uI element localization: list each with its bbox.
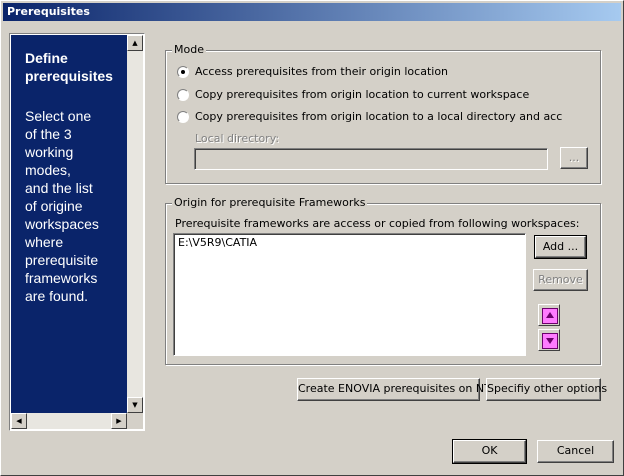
browse-button[interactable]: ... (560, 147, 588, 169)
window-title: Prerequisites (7, 5, 90, 18)
add-button[interactable]: Add ... (534, 235, 587, 259)
local-directory-input[interactable] (194, 148, 548, 170)
help-title: Define prerequisites (25, 50, 113, 84)
down-arrow-icon (542, 333, 558, 349)
move-up-button[interactable] (538, 304, 560, 326)
scroll-right-icon[interactable]: ▶ (111, 413, 127, 429)
radio-origin-label[interactable]: Access prerequisites from their origin l… (195, 65, 448, 78)
move-down-button[interactable] (538, 329, 560, 351)
help-text: Select one of the 3 working modes, and t… (25, 108, 99, 304)
workspace-list[interactable]: E:\V5R9\CATIA (173, 233, 526, 356)
origin-legend: Origin for prerequisite Frameworks (172, 196, 368, 209)
radio-origin[interactable] (177, 66, 189, 78)
help-panel: Define prerequisites Select one of the 3… (9, 33, 145, 431)
up-arrow-icon (542, 308, 558, 324)
help-vertical-scrollbar[interactable]: ▲ ▼ (127, 35, 143, 413)
other-options-button[interactable]: Specifiy other options (486, 378, 607, 401)
scroll-down-icon[interactable]: ▼ (127, 397, 143, 413)
remove-button[interactable]: Remove (533, 269, 588, 291)
list-item[interactable]: E:\V5R9\CATIA (178, 236, 257, 249)
help-horizontal-scrollbar[interactable]: ◀ ▶ (11, 413, 127, 429)
help-content: Define prerequisites Select one of the 3… (11, 35, 127, 413)
scrollbar-corner (127, 413, 143, 429)
radio-copy-workspace[interactable] (177, 89, 189, 101)
radio-copy-local-label[interactable]: Copy prerequisites from origin location … (195, 110, 562, 123)
origin-description: Prerequisite frameworks are access or co… (175, 217, 580, 230)
prerequisites-dialog: Prerequisites Define prerequisites Selec… (0, 0, 624, 476)
ok-button[interactable]: OK (452, 439, 527, 464)
radio-copy-workspace-label[interactable]: Copy prerequisites from origin location … (195, 88, 529, 101)
scroll-left-icon[interactable]: ◀ (11, 413, 27, 429)
local-directory-label: Local directory: (195, 132, 280, 145)
title-bar[interactable]: Prerequisites (3, 3, 621, 21)
cancel-button[interactable]: Cancel (537, 440, 614, 463)
scroll-up-icon[interactable]: ▲ (127, 35, 143, 51)
create-enovia-button[interactable]: Create ENOVIA prerequisites on NT... (297, 378, 500, 401)
radio-copy-local[interactable] (177, 111, 189, 123)
mode-legend: Mode (172, 43, 206, 56)
